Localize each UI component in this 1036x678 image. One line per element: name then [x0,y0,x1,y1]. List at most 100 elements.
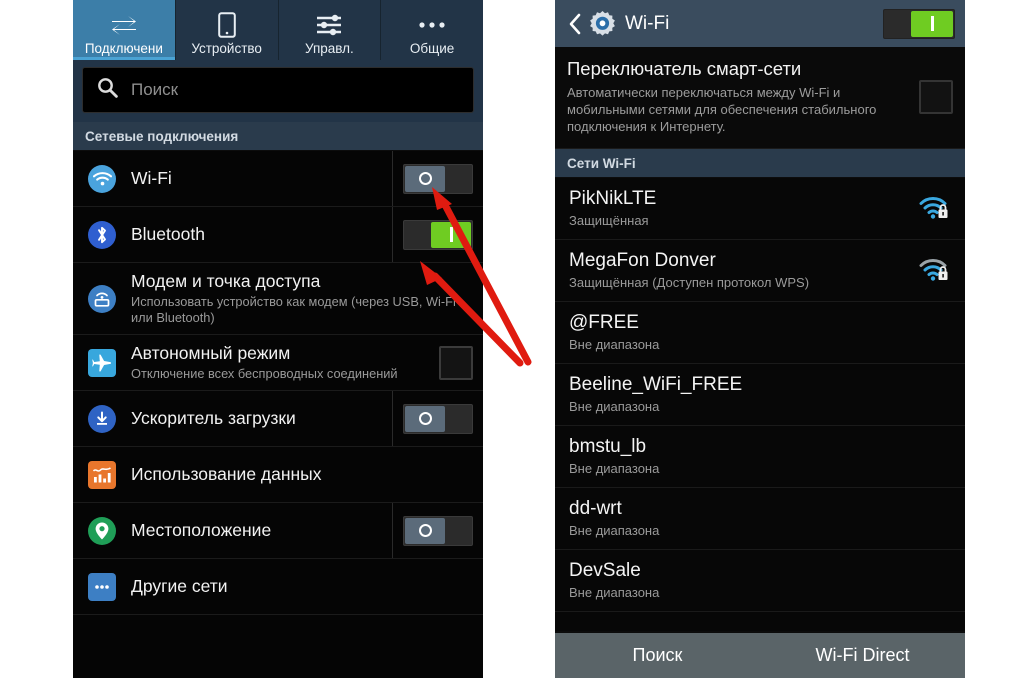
toggle-on-glyph [930,16,934,31]
settings-tabbar: Подключени Устройство Управл. Общие [73,0,483,60]
tab-general[interactable]: Общие [381,0,483,60]
tab-controls-label: Управл. [304,41,354,56]
wifi-network-name: bmstu_lb [569,436,647,457]
scan-button[interactable]: Поиск [555,645,760,666]
tab-connections[interactable]: Подключени [73,0,176,60]
wifi-settings-panel: Wi-Fi Переключатель смарт-сети Автоматич… [555,0,965,678]
smart-network-text: Переключатель смарт-сети Автоматически п… [567,58,919,135]
tab-active-underline [73,57,175,60]
list-item-text: Ускоритель загрузки [131,400,392,437]
wifi-network-state: Вне диапазона [569,523,660,538]
toggle-off-glyph [418,412,432,425]
bluetooth-toggle[interactable] [403,219,473,250]
wifi-network-item[interactable]: Beeline_WiFi_FREE Вне диапазона [555,364,965,426]
list-item-tethering[interactable]: Модем и точка доступа Использовать устро… [73,263,483,335]
bluetooth-icon [85,220,119,249]
list-item-airplane-mode[interactable]: Автономный режим Отключение всех беспров… [73,335,483,391]
search-container: Поиск [73,60,483,122]
wifi-secured-icon [917,258,951,282]
list-item-text: Модем и точка доступа Использовать устро… [131,263,473,334]
tab-device-label: Устройство [191,41,262,56]
toggle-knob [405,405,445,432]
other-networks-icon [85,572,119,601]
list-item-control [429,335,473,390]
list-item-title: Ускоритель загрузки [131,408,296,428]
list-item-location[interactable]: Местоположение [73,503,483,559]
search-input[interactable]: Поиск [82,67,474,113]
wifi-header: Wi-Fi [555,0,965,47]
toggle-on-glyph [449,227,453,242]
smart-network-title: Переключатель смарт-сети [567,58,802,79]
smart-network-switch-row[interactable]: Переключатель смарт-сети Автоматически п… [555,47,965,149]
wifi-network-text: @FREE Вне диапазона [569,311,951,353]
toggle-knob [911,10,953,37]
wifi-network-state: Вне диапазона [569,337,660,352]
list-item-other-networks[interactable]: Другие сети [73,559,483,615]
data-usage-icon [85,460,119,489]
search-icon [97,77,118,103]
wifi-network-state: Защищённая (Доступен протокол WPS) [569,275,810,290]
list-item-bluetooth[interactable]: Bluetooth [73,207,483,263]
list-item-text: Wi-Fi [131,160,392,197]
screenshot-stage: Подключени Устройство Управл. Общие Поис… [0,0,1036,678]
list-item-control [392,503,473,558]
list-item-text: Местоположение [131,512,392,549]
wifi-bottom-bar: Поиск Wi-Fi Direct [555,631,965,678]
toggle-off-glyph [418,524,432,537]
wifi-network-item[interactable]: DevSale Вне диапазона [555,550,965,612]
wifi-direct-button[interactable]: Wi-Fi Direct [760,645,965,666]
wifi-network-state: Вне диапазона [569,585,660,600]
wifi-network-item[interactable]: MegaFon Donver Защищённая (Доступен прот… [555,240,965,302]
connections-arrows-icon [109,11,139,39]
tab-controls[interactable]: Управл. [279,0,382,60]
tethering-icon [85,284,119,313]
airplane-mode-checkbox[interactable] [439,345,473,380]
wifi-network-item[interactable]: bmstu_lb Вне диапазона [555,426,965,488]
list-item-title: Автономный режим [131,343,291,363]
wifi-network-item[interactable]: dd-wrt Вне диапазона [555,488,965,550]
tab-device[interactable]: Устройство [176,0,279,60]
toggle-knob [405,165,445,192]
section-header-network-connections: Сетевые подключения [73,122,483,151]
location-toggle[interactable] [403,515,473,546]
wifi-network-state: Вне диапазона [569,399,660,414]
download-booster-icon [85,404,119,433]
list-item-text: Другие сети [131,568,473,605]
section-header-wifi-networks: Сети Wi-Fi [555,149,965,178]
smart-network-checkbox[interactable] [919,80,953,114]
wifi-network-text: Beeline_WiFi_FREE Вне диапазона [569,373,951,415]
toggle-off-glyph [418,172,432,185]
wifi-network-name: DevSale [569,560,641,581]
list-item-control [392,151,473,206]
wifi-network-item[interactable]: @FREE Вне диапазона [555,302,965,364]
list-item-subtitle: Использовать устройство как модем (через… [131,294,456,325]
list-item-text: Автономный режим Отключение всех беспров… [131,335,429,390]
sliders-icon [315,11,343,39]
list-item-title: Wi-Fi [131,168,172,188]
wifi-network-name: PikNikLTE [569,188,657,209]
list-item-download-booster[interactable]: Ускоритель загрузки [73,391,483,447]
wifi-master-toggle[interactable] [883,8,955,39]
phone-icon [217,11,236,39]
wifi-network-item[interactable]: PikNikLTE Защищённая [555,178,965,240]
list-item-title: Другие сети [131,576,228,596]
wifi-network-text: MegaFon Donver Защищённая (Доступен прот… [569,249,917,291]
download-booster-toggle[interactable] [403,403,473,434]
wifi-secured-icon [917,196,951,220]
list-item-wifi[interactable]: Wi-Fi [73,151,483,207]
wifi-network-name: @FREE [569,312,639,333]
list-item-data-usage[interactable]: Использование данных [73,447,483,503]
list-item-control [392,391,473,446]
wifi-network-name: Beeline_WiFi_FREE [569,374,743,395]
wifi-page-title: Wi-Fi [625,12,670,34]
wifi-network-text: DevSale Вне диапазона [569,559,951,601]
location-pin-icon [85,516,119,545]
wifi-network-state: Вне диапазона [569,461,660,476]
wifi-toggle[interactable] [403,163,473,194]
settings-panel: Подключени Устройство Управл. Общие Поис… [73,0,483,678]
list-item-title: Местоположение [131,520,272,540]
more-dots-icon [417,11,447,39]
back-chevron-icon[interactable] [565,13,585,35]
list-item-text: Bluetooth [131,216,392,253]
toggle-knob [405,517,445,544]
